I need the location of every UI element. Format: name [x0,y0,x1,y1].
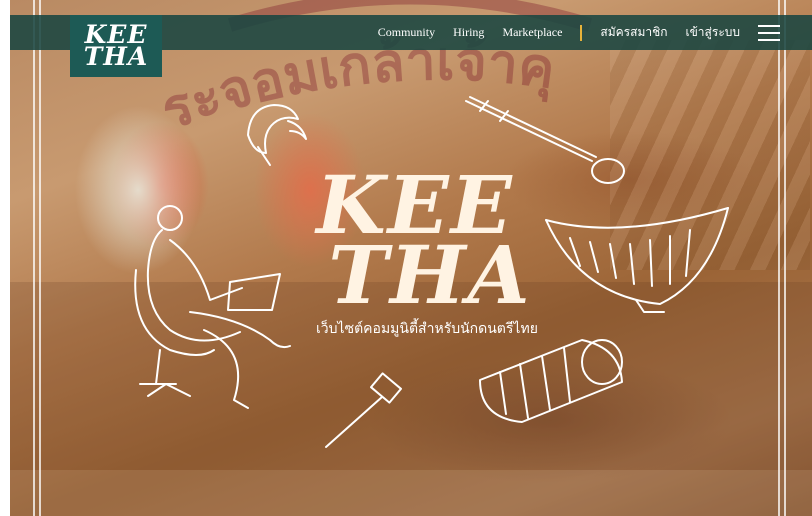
gong-sketch [247,104,307,166]
nav-link-hiring[interactable]: Hiring [453,25,484,40]
menu-icon-bar [758,31,780,34]
border-line-right [784,0,786,516]
menu-icon-bar [758,24,780,27]
nav-separator [580,24,583,41]
nav-menu: Community Hiring Marketplace สมัครสมาชิก… [360,15,780,50]
woman-with-laptop-sketch [134,205,291,409]
page-frame: ระจอมเกล้าเจ้าคุ KEE THA Community Hirin… [0,0,812,516]
hero-title: KEE THA [300,165,540,322]
nav-link-marketplace[interactable]: Marketplace [502,25,562,40]
xylophone-sketch [545,207,729,313]
keetha-logo[interactable]: KEE THA [70,15,162,77]
menu-icon[interactable] [758,24,780,41]
border-line-left-inner [39,0,41,516]
drum-sketch [479,339,623,423]
logo-line2: THA [83,42,149,71]
mallet-sketch [325,372,402,448]
nav-link-community[interactable]: Community [378,25,435,40]
nav-login-link[interactable]: เข้าสู่ระบบ [686,23,741,42]
hero-title-line2: THA [328,228,532,322]
nav-register-link[interactable]: สมัครสมาชิก [600,23,667,42]
background-band-lower [10,470,812,516]
border-line-right-inner [778,0,780,516]
hero-tagline: เว็บไซต์คอมมูนิตี้สำหรับนักดนตรีไทย [316,321,538,337]
border-line-left [33,0,35,516]
menu-icon-bar [758,38,780,41]
